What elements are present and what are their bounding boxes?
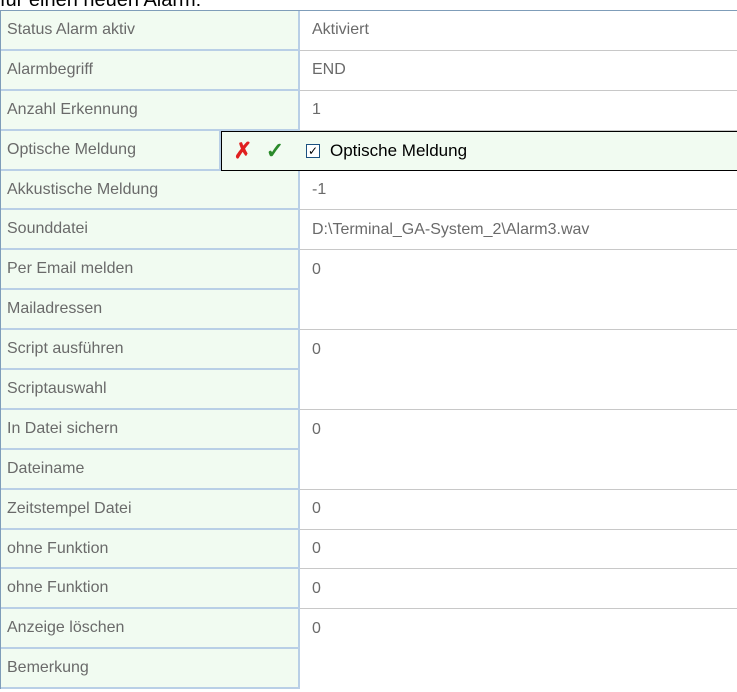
grid-row[interactable]: Sounddatei D:\Terminal_GA-System_2\Alarm… xyxy=(1,210,737,251)
row-value[interactable]: 0 xyxy=(300,330,737,371)
cancel-edit-icon[interactable]: ✗ xyxy=(228,136,258,166)
row-value[interactable]: 0 xyxy=(300,569,737,610)
optical-alert-checkbox-group[interactable]: ✓ Optische Meldung xyxy=(306,141,467,161)
row-label: Status Alarm aktiv xyxy=(1,11,300,51)
row-value[interactable]: 0 xyxy=(300,489,737,530)
row-value[interactable]: 0 xyxy=(300,409,737,450)
row-label: Akkustische Meldung xyxy=(1,170,300,211)
row-label: ohne Funktion xyxy=(1,529,300,570)
grid-row[interactable]: Status Alarm aktiv Aktiviert xyxy=(1,11,737,51)
row-label: Optische Meldung xyxy=(1,130,221,171)
row-value[interactable]: 0 xyxy=(300,609,737,650)
row-value[interactable]: Aktiviert xyxy=(300,11,737,51)
grid-row[interactable]: Script ausführen 0 xyxy=(1,330,737,371)
inline-editor[interactable]: ✗ ✓ ✓ Optische Meldung xyxy=(221,130,737,171)
confirm-edit-icon[interactable]: ✓ xyxy=(260,136,290,166)
grid-row-editing[interactable]: Optische Meldung ✗ ✓ ✓ Optische Meldung xyxy=(1,130,737,171)
row-value[interactable]: 0 xyxy=(300,529,737,570)
row-label: Anzahl Erkennung xyxy=(1,90,300,131)
row-value[interactable]: D:\Terminal_GA-System_2\Alarm3.wav xyxy=(300,210,737,251)
grid-row[interactable]: Akkustische Meldung -1 xyxy=(1,170,737,211)
row-label: Scriptauswahl xyxy=(1,370,300,410)
row-label: Script ausführen xyxy=(1,330,300,371)
row-label: Anzeige löschen xyxy=(1,609,300,650)
row-value[interactable] xyxy=(300,290,737,331)
grid-row[interactable]: In Datei sichern 0 xyxy=(1,409,737,450)
grid-row[interactable]: Dateiname xyxy=(1,449,737,490)
row-label: Dateiname xyxy=(1,449,300,490)
optical-alert-checkbox-label[interactable]: Optische Meldung xyxy=(330,141,467,161)
row-label: Bemerkung xyxy=(1,649,300,690)
row-label: Per Email melden xyxy=(1,250,300,291)
grid-row[interactable]: Per Email melden 0 xyxy=(1,250,737,291)
grid-row[interactable]: Zeitstempel Datei 0 xyxy=(1,489,737,530)
row-value[interactable]: -1 xyxy=(300,170,737,211)
grid-row[interactable]: Anzeige löschen 0 xyxy=(1,609,737,650)
property-grid: Status Alarm aktiv Aktiviert Alarmbegrif… xyxy=(0,10,737,690)
row-value[interactable]: END xyxy=(300,50,737,91)
row-label: Sounddatei xyxy=(1,210,300,251)
grid-row[interactable]: Scriptauswahl xyxy=(1,370,737,410)
grid-row[interactable]: Anzahl Erkennung 1 xyxy=(1,90,737,131)
row-label: Mailadressen xyxy=(1,290,300,331)
row-label: In Datei sichern xyxy=(1,409,300,450)
grid-row[interactable]: ohne Funktion 0 xyxy=(1,529,737,570)
caption-text: für einen neuen Alarm: xyxy=(0,0,737,10)
row-value[interactable]: 1 xyxy=(300,90,737,131)
grid-row[interactable]: Mailadressen xyxy=(1,290,737,331)
grid-row[interactable]: Alarmbegriff END xyxy=(1,50,737,91)
grid-row[interactable]: ohne Funktion 0 xyxy=(1,569,737,610)
row-label: Zeitstempel Datei xyxy=(1,489,300,530)
row-value[interactable] xyxy=(300,370,737,410)
row-value[interactable] xyxy=(300,449,737,490)
row-value[interactable]: 0 xyxy=(300,250,737,291)
row-label: ohne Funktion xyxy=(1,569,300,610)
row-label: Alarmbegriff xyxy=(1,50,300,91)
grid-row[interactable]: Bemerkung xyxy=(1,649,737,690)
row-value[interactable] xyxy=(300,649,737,690)
optical-alert-checkbox[interactable]: ✓ xyxy=(306,143,320,158)
